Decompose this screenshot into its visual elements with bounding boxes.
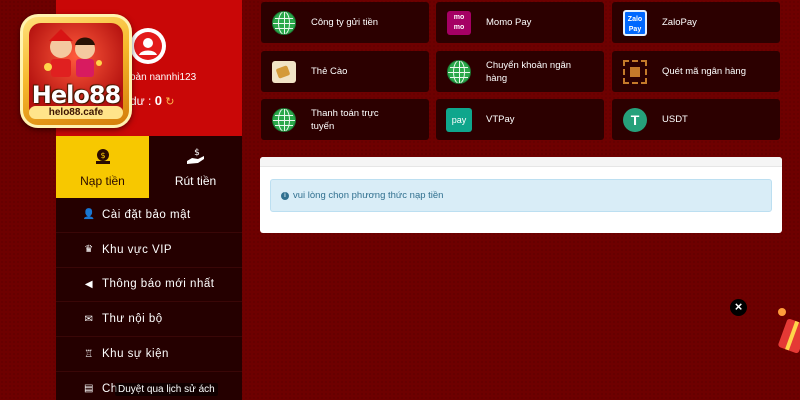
scratch-card-icon	[271, 59, 297, 85]
balance-value: 0	[154, 93, 162, 108]
tooltip: Duyệt qua lịch sử ách	[115, 383, 218, 396]
panel-header	[260, 157, 782, 167]
tab-deposit-label: Nạp tiền	[80, 173, 125, 188]
info-alert: i vui lòng chọn phương thức nạp tiền	[270, 179, 772, 212]
payment-scratch-card[interactable]: Thẻ Cào	[261, 51, 429, 92]
menu-item-label: Khu sự kiện	[102, 348, 169, 361]
globe-icon	[271, 107, 297, 133]
svg-text:$: $	[100, 151, 105, 160]
payment-usdt[interactable]: T USDT	[612, 99, 780, 140]
payment-label: VTPay	[486, 114, 515, 125]
payment-label: Công ty gửi tiền	[311, 17, 379, 28]
payment-label: Quét mã ngân hàng	[662, 66, 746, 77]
payment-online[interactable]: Thanh toán trực tuyến	[261, 99, 429, 140]
usdt-icon: T	[622, 107, 648, 133]
payment-label: USDT	[662, 114, 688, 125]
account-menu: 👤 Cài đặt bảo mật ♛ Khu vực VIP ◀ Thông …	[56, 198, 242, 400]
svg-text:$: $	[194, 148, 200, 158]
mascot-figures-icon	[44, 29, 102, 77]
balance-label: dư :	[130, 94, 152, 108]
refresh-icon[interactable]: ↻	[165, 96, 174, 108]
payment-company-deposit[interactable]: Công ty gửi tiền	[261, 2, 429, 43]
logo-url: helo88.cafe	[29, 106, 123, 119]
vtpay-icon: pay	[446, 107, 472, 133]
close-icon[interactable]: ×	[730, 299, 747, 316]
payment-bank-qr[interactable]: Quét mã ngân hàng	[612, 51, 780, 92]
menu-item-inbox[interactable]: ✉ Thư nội bộ	[56, 302, 242, 338]
menu-item-label: Khu vực VIP	[102, 243, 173, 256]
hand-money-icon: $	[186, 147, 206, 170]
balance: dư : 0 ↻	[130, 93, 175, 108]
envelope-icon: ✉	[84, 313, 94, 325]
user-icon	[134, 32, 162, 60]
menu-item-security[interactable]: 👤 Cài đặt bảo mật	[56, 198, 242, 233]
menu-item-notifications[interactable]: ◀ Thông báo mới nhất	[56, 268, 242, 303]
username: oàn nannhi123	[130, 72, 197, 83]
menu-item-label: Cài đặt bảo mật	[102, 208, 191, 221]
tab-deposit[interactable]: $ Nạp tiền	[56, 136, 149, 198]
payment-momo[interactable]: mo mo Momo Pay	[436, 2, 604, 43]
tab-withdraw[interactable]: $ Rút tiền	[149, 136, 242, 198]
momo-icon: mo mo	[446, 10, 472, 36]
payment-label: ZaloPay	[662, 17, 697, 28]
tab-withdraw-label: Rút tiền	[174, 173, 217, 188]
payment-bank-transfer[interactable]: Chuyển khoản ngân hàng	[436, 51, 604, 92]
user-lock-icon: 👤	[82, 209, 96, 221]
payment-label: Thanh toán trực tuyến	[311, 107, 379, 132]
trophy-icon: ♖	[84, 348, 94, 360]
menu-item-events[interactable]: ♖ Khu sự kiện	[56, 337, 242, 372]
notice-panel: i vui lòng chọn phương thức nạp tiền	[260, 157, 782, 233]
globe-icon	[446, 59, 472, 85]
money-bag-icon: $	[94, 147, 112, 170]
info-icon: i	[281, 191, 289, 200]
clipboard-icon: ▤	[84, 383, 94, 395]
payment-vtpay[interactable]: pay VTPay	[436, 99, 604, 140]
qr-scan-icon	[622, 59, 648, 85]
menu-item-label: Thông báo mới nhất	[102, 278, 215, 291]
menu-item-vip[interactable]: ♛ Khu vực VIP	[56, 233, 242, 268]
globe-icon	[271, 10, 297, 36]
zalopay-icon: Zalo Pay	[622, 9, 648, 36]
payment-label: Momo Pay	[486, 17, 532, 28]
payment-label: Thẻ Cào	[311, 66, 348, 77]
payment-label: Chuyển khoản ngân hàng	[486, 59, 572, 84]
gift-box-icon[interactable]	[776, 305, 800, 355]
avatar[interactable]	[130, 28, 166, 64]
deposit-withdraw-tabs: $ Nạp tiền $ Rút tiền	[56, 136, 242, 198]
crown-icon: ♛	[84, 244, 94, 256]
helo88-logo[interactable]: Helo88 helo88.cafe	[20, 14, 132, 128]
info-alert-text: vui lòng chọn phương thức nạp tiền	[293, 190, 444, 201]
payment-zalopay[interactable]: Zalo Pay ZaloPay	[612, 2, 780, 43]
megaphone-icon: ◀	[84, 278, 94, 290]
logo-wordmark: Helo88	[31, 81, 121, 109]
menu-item-label: Thư nội bộ	[102, 313, 163, 326]
